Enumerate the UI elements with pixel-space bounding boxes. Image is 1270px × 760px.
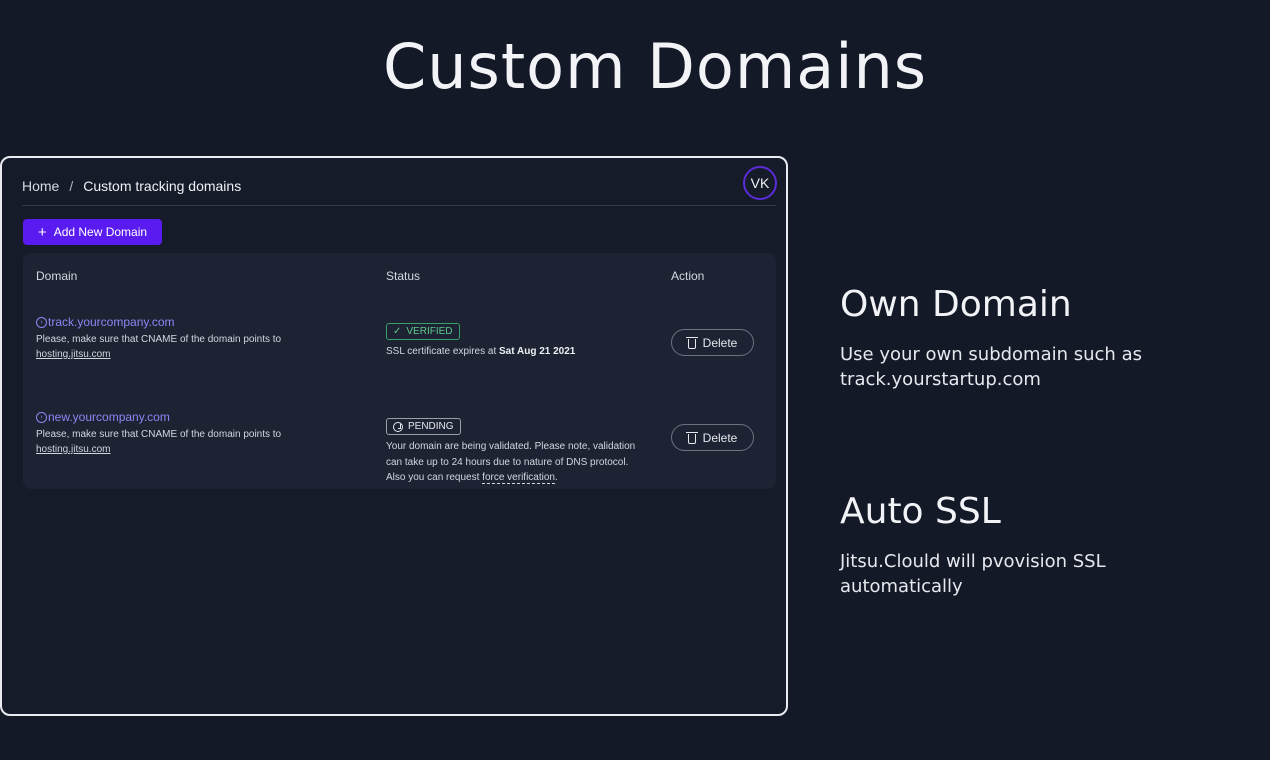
domain-name: new.yourcompany.com xyxy=(48,410,170,424)
feature-line: automatically xyxy=(840,576,963,597)
cname-target-link[interactable]: hosting.jitsu.com xyxy=(36,349,110,360)
breadcrumb-current: Custom tracking domains xyxy=(83,178,242,194)
status-line: Your domain are being validated. Please … xyxy=(386,441,636,452)
feature-line: track.yourstartup.com xyxy=(840,369,1041,390)
force-verification-link[interactable]: force verification xyxy=(482,472,555,484)
domain-link[interactable]: › new.yourcompany.com xyxy=(36,410,170,424)
chevron-right-icon: › xyxy=(36,411,47,423)
feature-title: Auto SSL xyxy=(840,491,1001,532)
status-badge: ✓ VERIFIED xyxy=(386,323,460,340)
domain-link[interactable]: › track.yourcompany.com xyxy=(36,315,175,329)
table-row: › track.yourcompany.com Please, make sur… xyxy=(23,315,776,395)
status-badge: PENDING xyxy=(386,418,461,435)
feature-line: Jitsu.Clould will pvovision SSL xyxy=(840,551,1106,572)
table-row: › new.yourcompany.com Please, make sure … xyxy=(23,410,776,490)
cname-hint-text: Please, make sure that CNAME of the doma… xyxy=(36,334,282,345)
plus-icon: + xyxy=(37,223,47,241)
feature-own-domain: Own Domain Use your own subdomain such a… xyxy=(840,284,1240,392)
page-title: Custom Domains xyxy=(382,30,928,103)
feature-line: Use your own subdomain such as xyxy=(840,344,1142,365)
status-badge-label: PENDING xyxy=(408,421,454,432)
chevron-right-icon: › xyxy=(36,316,47,328)
check-icon: ✓ xyxy=(393,326,402,337)
delete-label: Delete xyxy=(702,335,738,350)
delete-button[interactable]: Delete xyxy=(671,424,754,451)
domain-name: track.yourcompany.com xyxy=(48,315,175,329)
feature-auto-ssl: Auto SSL Jitsu.Clould will pvovision SSL… xyxy=(840,491,1240,599)
feature-title: Own Domain xyxy=(840,284,1072,325)
column-header-action: Action xyxy=(671,269,705,283)
status-badge-label: VERIFIED xyxy=(406,326,453,337)
breadcrumb: Home / Custom tracking domains xyxy=(22,178,241,194)
ssl-expiry-prefix: SSL certificate expires at xyxy=(386,346,500,357)
cname-target-link[interactable]: hosting.jitsu.com xyxy=(36,444,110,455)
cname-hint: Please, make sure that CNAME of the doma… xyxy=(36,332,366,362)
app-screenshot-frame: Home / Custom tracking domains VK + Add … xyxy=(0,156,788,716)
avatar[interactable]: VK xyxy=(743,166,777,200)
trash-icon xyxy=(685,336,698,349)
top-bar: Home / Custom tracking domains VK xyxy=(22,166,777,206)
domains-table: Domain Status Action › track.yourcompany… xyxy=(23,253,776,489)
breadcrumb-separator: / xyxy=(69,178,74,194)
delete-label: Delete xyxy=(702,430,738,445)
add-new-domain-button[interactable]: + Add New Domain xyxy=(23,219,162,245)
column-header-domain: Domain xyxy=(36,269,78,283)
status-line-end: . xyxy=(554,472,558,483)
status-text: Your domain are being validated. Please … xyxy=(386,439,656,486)
status-text: SSL certificate expires at Sat Aug 21 20… xyxy=(386,344,656,360)
add-new-domain-label: Add New Domain xyxy=(53,225,148,239)
breadcrumb-home[interactable]: Home xyxy=(22,178,59,194)
cname-hint: Please, make sure that CNAME of the doma… xyxy=(36,427,366,457)
status-line: can take up to 24 hours due to nature of… xyxy=(386,456,629,468)
cname-hint-text: Please, make sure that CNAME of the doma… xyxy=(36,429,282,440)
ssl-expiry-date: Sat Aug 21 2021 xyxy=(499,346,576,357)
feature-description: Jitsu.Clould will pvovision SSL automati… xyxy=(840,549,1240,599)
clock-icon xyxy=(393,421,403,432)
trash-icon xyxy=(685,431,698,444)
feature-description: Use your own subdomain such as track.you… xyxy=(840,342,1240,392)
delete-button[interactable]: Delete xyxy=(671,329,754,356)
status-line: Also you can request xyxy=(386,472,483,483)
column-header-status: Status xyxy=(386,269,421,283)
